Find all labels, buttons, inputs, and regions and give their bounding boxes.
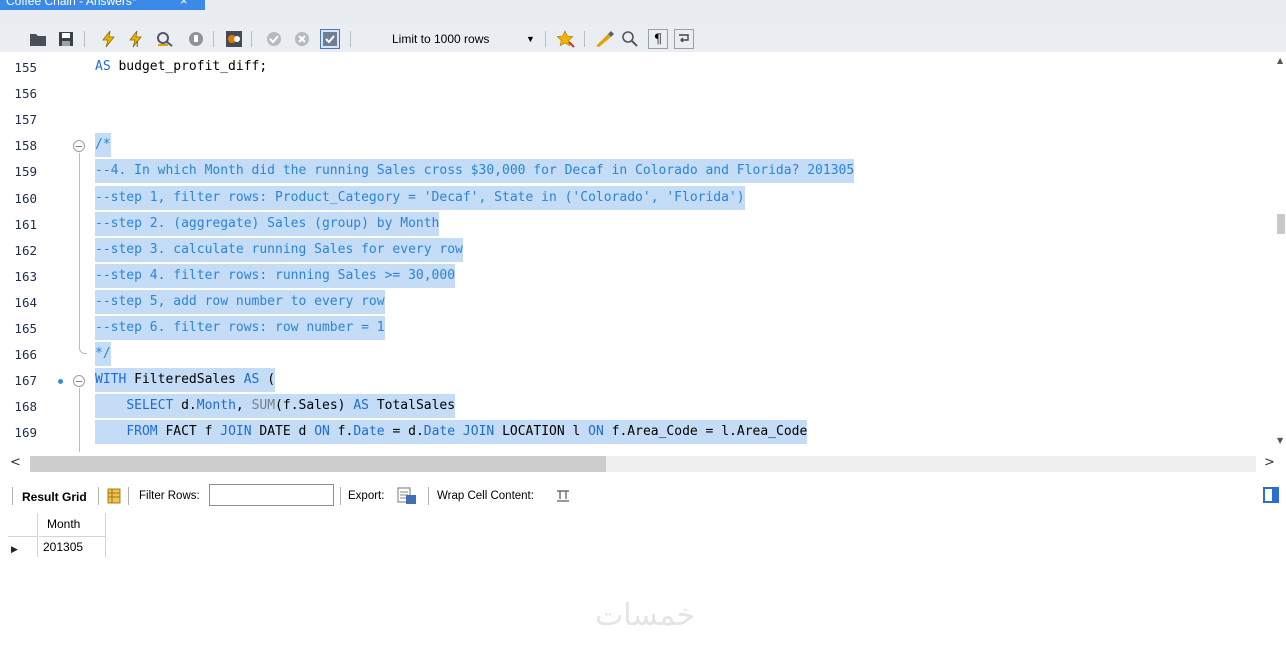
editor-line[interactable]: 156 — [0, 81, 1276, 107]
grid-cell[interactable]: 201305 — [39, 537, 106, 557]
line-number: 161 — [14, 216, 37, 232]
grid-view-icon[interactable] — [107, 488, 121, 507]
code-text[interactable]: --step 5, add row number to every row — [95, 289, 385, 314]
code-text[interactable]: --step 6. filter rows: row number = 1 — [95, 316, 385, 340]
result-toolbar: Result Grid Filter Rows: Export: Wrap Ce… — [0, 484, 1286, 510]
editor-line[interactable]: 165 --step 6. filter rows: row number = 1 — [0, 316, 1276, 342]
stop-icon[interactable] — [186, 29, 206, 49]
sql-editor-toolbar: I Limit to 1000 rows ▼ ¶ — [0, 26, 1286, 52]
autocommit-icon[interactable] — [320, 29, 340, 49]
filter-rows-label: Filter Rows: — [139, 490, 200, 502]
wrap-cell-icon[interactable] — [556, 489, 570, 506]
tab-bar: Coffee Chain - Answers* × — [0, 0, 1286, 26]
code-text[interactable]: --step 4. filter rows: running Sales >= … — [95, 263, 456, 288]
editor-line[interactable]: 159 --4. In which Month did the running S… — [0, 159, 1276, 185]
line-number: 157 — [14, 112, 37, 128]
open-folder-icon[interactable] — [28, 29, 48, 49]
grid-corner — [8, 513, 38, 537]
scroll-up-icon[interactable]: ▲ — [1277, 56, 1283, 65]
filter-rows-input[interactable] — [209, 484, 334, 506]
line-number: 164 — [14, 294, 37, 310]
scroll-left-icon[interactable]: < — [10, 455, 21, 470]
code-text[interactable]: AS budget_profit_diff; — [95, 55, 267, 79]
line-number: 159 — [14, 164, 37, 180]
result-panel-toggle-icon[interactable] — [1263, 487, 1279, 503]
code-text[interactable]: /* — [95, 133, 111, 158]
rollback-icon[interactable] — [292, 29, 312, 49]
editor-line[interactable]: 164 --step 5, add row number to every row — [0, 289, 1276, 316]
scroll-thumb[interactable] — [1277, 214, 1285, 234]
code-text[interactable]: --4. In which Month did the running Sale… — [95, 159, 855, 184]
line-number: 165 — [14, 321, 37, 336]
editor-line[interactable]: 155 AS budget_profit_diff; — [0, 55, 1276, 81]
scroll-thumb[interactable] — [30, 456, 606, 472]
execute-icon[interactable] — [98, 29, 118, 49]
line-number: 166 — [14, 347, 37, 363]
save-icon[interactable] — [56, 29, 76, 49]
code-text[interactable]: WITH FilteredSales AS ( — [95, 368, 276, 393]
sql-editor[interactable]: 155 AS budget_profit_diff; 156 157 158 /* 159 -… — [0, 52, 1286, 452]
invisible-chars-icon[interactable]: ¶ — [648, 29, 668, 49]
result-grid-label[interactable]: Result Grid — [22, 490, 87, 504]
scroll-down-icon[interactable]: ▼ — [1277, 436, 1283, 445]
code-text[interactable]: --step 1, filter rows: Product_Category … — [95, 185, 745, 210]
wrap-cell-content-label: Wrap Cell Content: — [437, 490, 534, 502]
code-text[interactable]: FROM FACT f JOIN DATE d ON f.Date = d.Da… — [95, 420, 808, 445]
beautify-icon[interactable] — [594, 29, 614, 49]
line-number: 160 — [14, 190, 37, 206]
fold-guide — [79, 153, 80, 349]
editor-line[interactable]: 168 SELECT d.Month, SUM(f.Sales) AS Tota… — [0, 394, 1276, 420]
watermark-logo: خمسات — [594, 598, 696, 633]
scroll-right-icon[interactable]: > — [1264, 455, 1275, 470]
editor-horizontal-scrollbar[interactable]: < > — [0, 452, 1286, 476]
export-label: Export: — [348, 490, 385, 502]
line-number: 158 — [14, 138, 37, 154]
line-number: 168 — [14, 399, 37, 415]
editor-line[interactable]: 166 */ — [0, 342, 1276, 368]
editor-line[interactable]: 163 --step 4. filter rows: running Sales … — [0, 263, 1276, 290]
editor-line[interactable]: 158 /* — [0, 133, 1276, 159]
export-icon[interactable] — [397, 487, 417, 508]
editor-line[interactable]: 157 — [0, 107, 1276, 133]
line-number: 167 — [14, 373, 37, 389]
line-number: 155 — [14, 60, 37, 75]
statement-marker-icon — [58, 379, 63, 385]
code-text[interactable]: --step 2. (aggregate) Sales (group) by M… — [95, 211, 440, 236]
code-text[interactable]: */ — [95, 342, 111, 367]
code-text[interactable]: SELECT d.Month, SUM(f.Sales) AS TotalSal… — [95, 394, 456, 419]
editor-vertical-scrollbar[interactable]: ▲ ▼ — [1276, 52, 1286, 452]
column-header-month[interactable]: Month — [39, 513, 106, 537]
current-row-icon: ▶ — [11, 544, 18, 554]
editor-line[interactable]: 167 WITH FilteredSales AS ( — [0, 368, 1276, 394]
bookmark-star-icon[interactable] — [556, 29, 576, 49]
chevron-down-icon: ▼ — [526, 34, 535, 44]
editor-line[interactable]: 162 --step 3. calculate running Sales for… — [0, 237, 1276, 264]
fold-toggle-icon[interactable] — [73, 375, 85, 388]
line-number: 156 — [14, 86, 37, 102]
limit-rows-select[interactable]: Limit to 1000 rows ▼ — [388, 29, 546, 49]
editor-line[interactable]: 160 --step 1, filter rows: Product_Catego… — [0, 185, 1276, 212]
editor-line[interactable]: 169 FROM FACT f JOIN DATE d ON f.Date = … — [0, 420, 1276, 446]
commit-icon[interactable] — [264, 29, 284, 49]
code-text[interactable]: --step 3. calculate running Sales for ev… — [95, 237, 463, 262]
line-number: 162 — [14, 242, 37, 258]
line-number: 169 — [14, 425, 37, 441]
editor-line[interactable]: 161 --step 2. (aggregate) Sales (group) b… — [0, 211, 1276, 238]
wrap-icon[interactable] — [674, 29, 694, 49]
execute-current-icon[interactable]: I — [126, 29, 146, 49]
fold-toggle-icon[interactable] — [73, 140, 85, 153]
tab-close-icon[interactable]: × — [180, 0, 188, 8]
tab-coffee-chain-answers[interactable]: Coffee Chain - Answers* × — [0, 0, 205, 10]
fold-end-marker — [79, 346, 87, 355]
tab-title: Coffee Chain - Answers* — [6, 0, 137, 8]
fold-guide — [79, 388, 80, 452]
limit-rows-label: Limit to 1000 rows — [392, 32, 490, 46]
svg-text:I: I — [136, 40, 138, 48]
find-icon[interactable] — [620, 29, 640, 49]
toggle-error-icon[interactable] — [224, 29, 244, 49]
explain-icon[interactable] — [155, 29, 175, 49]
line-number: 163 — [14, 268, 37, 284]
